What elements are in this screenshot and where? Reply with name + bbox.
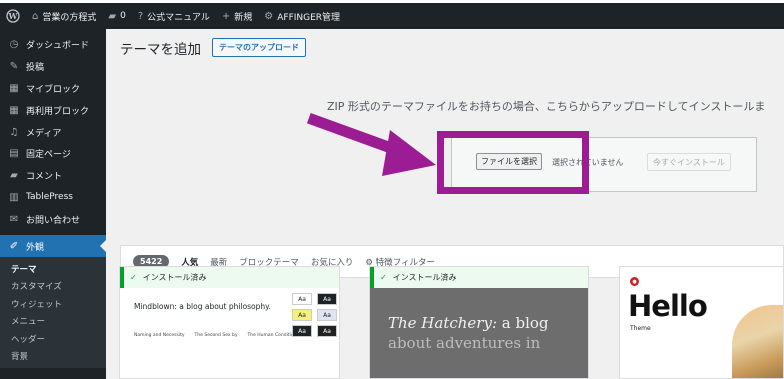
sidebar-item-media[interactable]: ♫ メディア — [0, 121, 106, 143]
preview-subtitle: about adventures in — [388, 334, 541, 352]
swatch: Aa — [317, 325, 337, 337]
pin-icon: ✎ — [9, 61, 19, 73]
sidebar-item-label: マイブロック — [26, 84, 81, 95]
sidebar-item-label: お問い合わせ — [26, 215, 81, 226]
submenu-item-menus[interactable]: メニュー — [0, 313, 106, 331]
brush-icon: ✐ — [9, 240, 19, 252]
admin-bar: W ⌂ 営業の方程式 ▰ 0 ? 公式マニュアル + 新規 ⚙ AFFINGER… — [0, 3, 784, 29]
theme-card[interactable]: ● Hello Theme — [619, 266, 784, 379]
preview-theme-label: Theme — [630, 325, 651, 332]
preview-title-rest: a blog — [497, 314, 549, 332]
submenu-item-header[interactable]: ヘッダー — [0, 330, 106, 348]
preview-link: Naming and Necessity — [134, 333, 185, 338]
preview-link: The Second Sex by — [194, 333, 238, 338]
wordpress-logo-icon[interactable]: W — [0, 3, 26, 29]
comment-icon: ▰ — [108, 10, 117, 22]
theme-card[interactable]: ✓ インストール済み Mindblown: a blog about philos… — [119, 266, 340, 379]
grid-icon: ▦ — [9, 82, 19, 94]
sidebar-item-posts[interactable]: ✎ 投稿 — [0, 56, 106, 78]
swatch: Aa — [317, 309, 337, 321]
sidebar-item-label: 外観 — [26, 242, 45, 253]
affinger-link[interactable]: ⚙ AFFINGER管理 — [258, 10, 346, 23]
gear-icon: ⚙ — [264, 10, 274, 22]
manual-label: 公式マニュアル — [147, 12, 210, 23]
install-now-button[interactable]: 今すぐインストール — [647, 153, 731, 171]
annotation-arrow-icon — [306, 112, 436, 176]
check-icon: ✓ — [130, 273, 137, 282]
logo-badge-icon: ● — [630, 277, 639, 286]
swatch: Aa — [292, 293, 312, 305]
preview-link: The Human Condition — [247, 333, 297, 338]
theme-screenshot: Mindblown: a blog about philosophy. Nami… — [120, 288, 339, 378]
sidebar-item-comments[interactable]: ▰ コメント — [0, 165, 106, 187]
theme-card[interactable]: ✓ インストール済み The Hatchery: a blog about adv… — [369, 266, 589, 379]
grid-icon: ▦ — [9, 104, 19, 116]
preview-hello: Hello — [628, 289, 708, 323]
media-icon: ♫ — [9, 126, 19, 138]
annotation-highlight-box — [437, 131, 589, 194]
manual-link[interactable]: ? 公式マニュアル — [132, 10, 216, 23]
submenu-item-themes[interactable]: テーマ — [0, 260, 106, 278]
sidebar-item-label: ダッシュボード — [26, 41, 90, 52]
submenu-item-widgets[interactable]: ウィジェット — [0, 295, 106, 313]
theme-screenshot: ● Hello Theme — [620, 267, 783, 378]
page-icon: ▤ — [9, 148, 19, 160]
comments-link[interactable]: ▰ 0 — [102, 11, 131, 22]
svg-text:W: W — [8, 11, 19, 21]
comments-count: 0 — [120, 11, 126, 21]
preview-image — [732, 305, 783, 378]
sidebar-item-label: 固定ページ — [26, 150, 71, 161]
swatch: Aa — [317, 293, 337, 305]
admin-sidebar: ◷ ダッシュボード ✎ 投稿 ▦ マイブロック ▦ 再利用ブロック ♫ メディア ▤ 固定ペ… — [0, 29, 106, 379]
mail-icon: ✉ — [9, 213, 19, 225]
appearance-submenu: テーマ カスタマイズ ウィジェット メニュー ヘッダー 背景 — [0, 257, 106, 369]
preview-title: Mindblown: a blog about philosophy. — [134, 302, 271, 311]
page-title: テーマを追加 — [120, 42, 201, 58]
installed-label: インストール済み — [142, 273, 207, 282]
table-icon: ▥ — [9, 191, 19, 203]
sidebar-item-tablepress[interactable]: ▥ TablePress — [0, 187, 106, 209]
installed-label: インストール済み — [392, 273, 457, 282]
sidebar-item-label: TablePress — [26, 192, 73, 203]
new-link[interactable]: + 新規 — [216, 10, 258, 23]
home-icon: ⌂ — [32, 10, 39, 22]
sidebar-item-reusable-blocks[interactable]: ▦ 再利用ブロック — [0, 99, 106, 121]
site-name-link[interactable]: ⌂ 営業の方程式 — [26, 10, 102, 23]
theme-screenshot: The Hatchery: a blog about adventures in — [370, 288, 588, 378]
sidebar-item-pages[interactable]: ▤ 固定ページ — [0, 143, 106, 165]
submenu-item-background[interactable]: 背景 — [0, 348, 106, 366]
comment-icon: ▰ — [10, 170, 18, 182]
dashboard-icon: ◷ — [9, 39, 19, 51]
site-name: 営業の方程式 — [42, 12, 97, 23]
submenu-item-customize[interactable]: カスタマイズ — [0, 278, 106, 296]
plus-icon: + — [221, 10, 231, 22]
check-icon: ✓ — [380, 273, 387, 282]
sidebar-item-label: コメント — [26, 172, 63, 183]
help-icon: ? — [137, 10, 144, 22]
preview-title: The Hatchery: a blog — [388, 314, 549, 332]
preview-title-italic: The Hatchery: — [388, 314, 497, 332]
sidebar-item-dashboard[interactable]: ◷ ダッシュボード — [0, 34, 106, 56]
sidebar-item-appearance[interactable]: ✐ 外観 — [0, 235, 106, 258]
style-swatches: Aa Aa Aa Aa Aa Aa — [292, 293, 337, 337]
upload-theme-button[interactable]: テーマのアップロード — [212, 38, 306, 57]
sidebar-item-my-blocks[interactable]: ▦ マイブロック — [0, 78, 106, 100]
swatch: Aa — [292, 325, 312, 337]
sidebar-item-label: 投稿 — [26, 63, 45, 74]
sidebar-item-contact[interactable]: ✉ お問い合わせ — [0, 208, 106, 230]
installed-notice: ✓ インストール済み — [370, 267, 588, 288]
affinger-label: AFFINGER管理 — [277, 12, 341, 23]
new-label: 新規 — [234, 12, 253, 23]
swatch: Aa — [292, 309, 312, 321]
sidebar-item-label: 再利用ブロック — [26, 106, 90, 117]
sidebar-item-label: メディア — [26, 128, 62, 139]
preview-links: Naming and Necessity The Second Sex by T… — [134, 333, 296, 338]
installed-notice: ✓ インストール済み — [120, 267, 339, 288]
